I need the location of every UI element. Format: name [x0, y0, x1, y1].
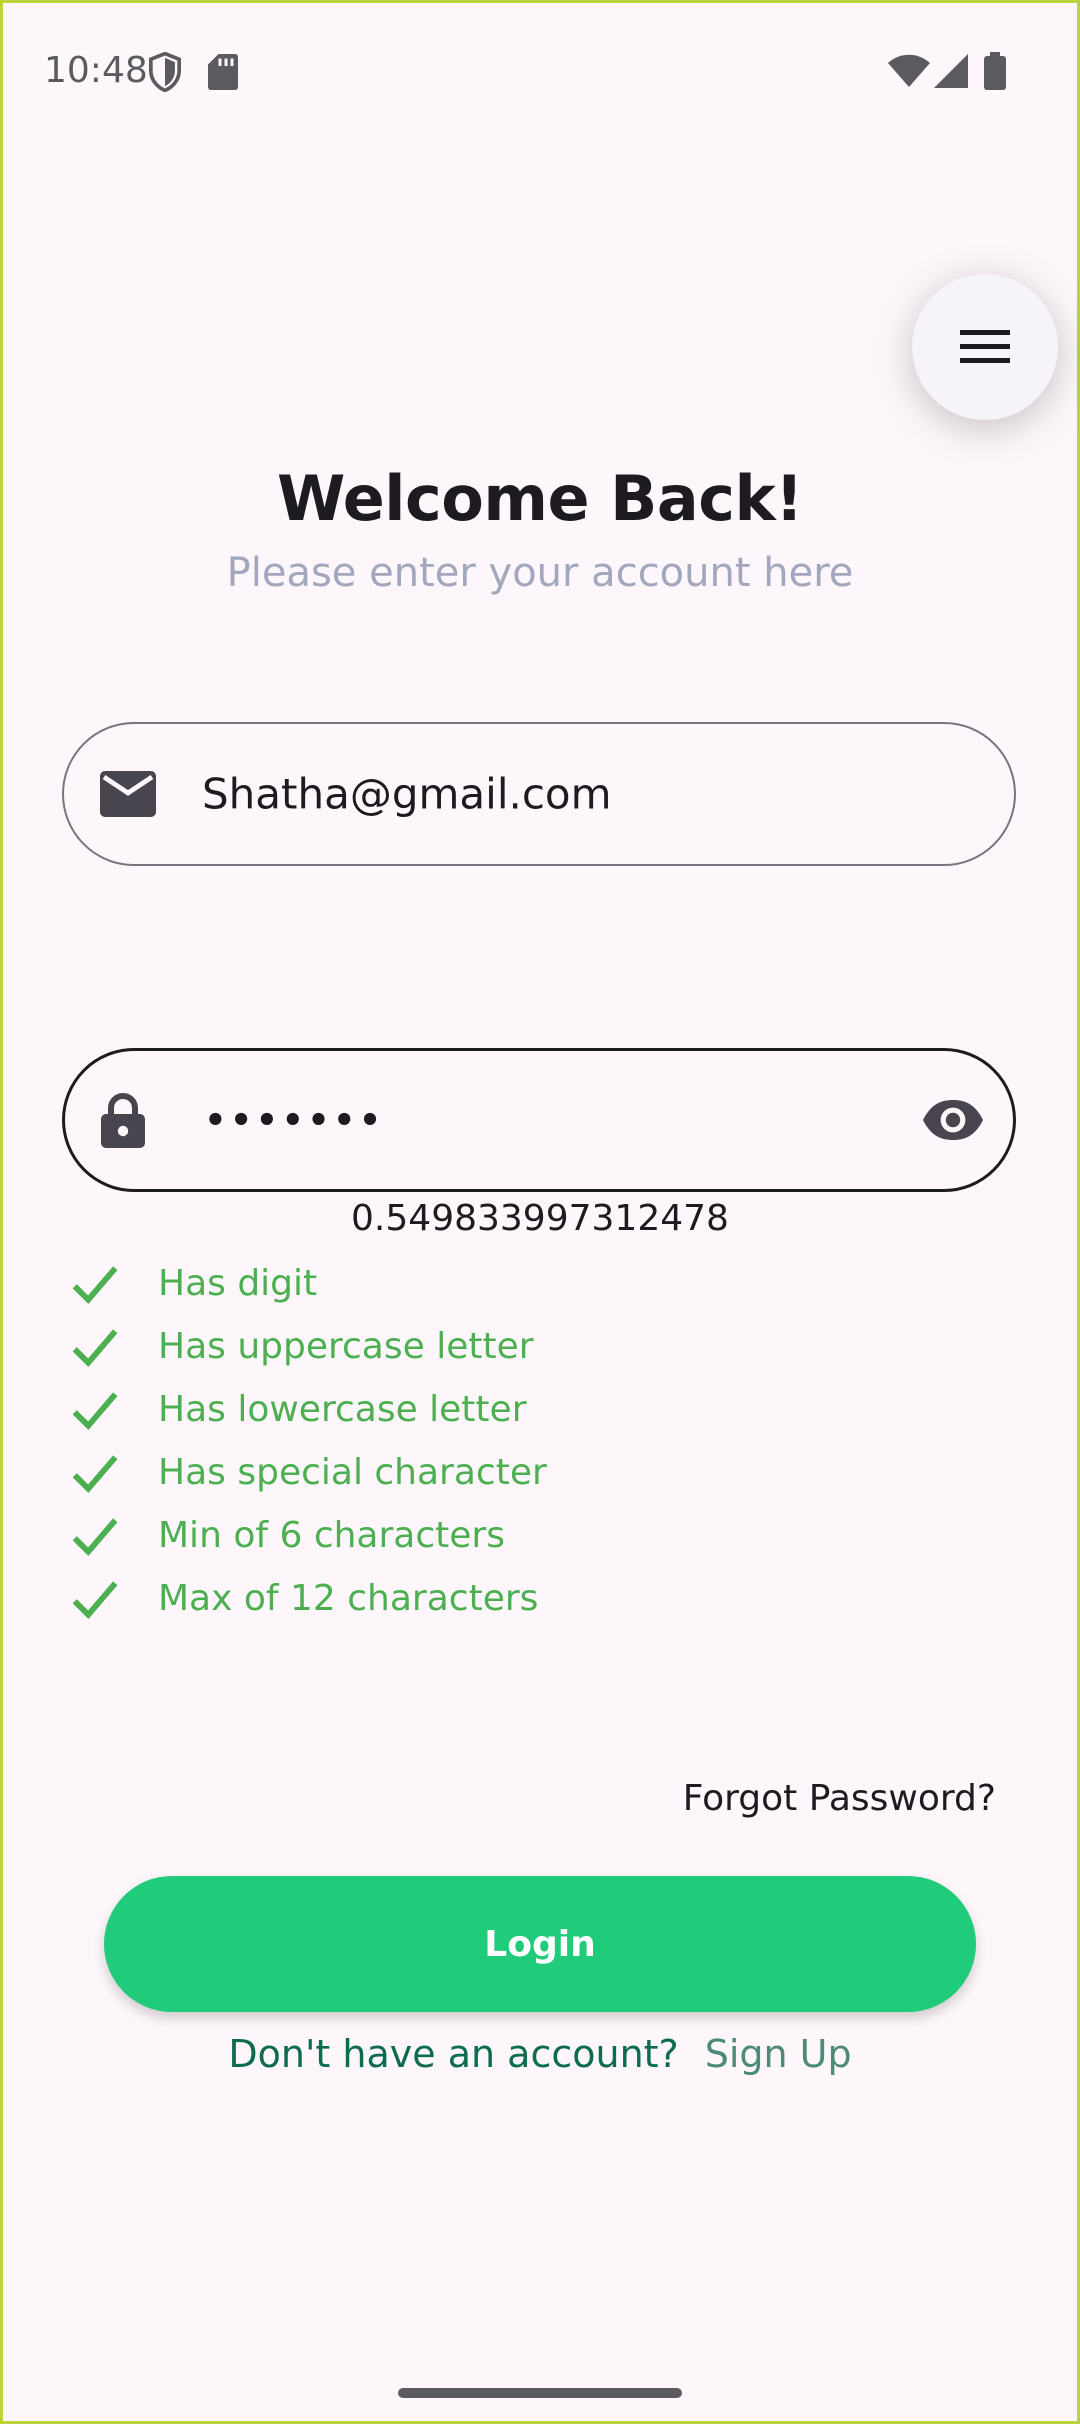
rule-label: Has digit: [158, 1263, 318, 1304]
rule-has-special: Has special character: [68, 1441, 547, 1504]
password-field[interactable]: •••••••: [62, 1048, 1016, 1192]
signal-icon: [934, 54, 968, 88]
rule-has-lowercase: Has lowercase letter: [68, 1378, 547, 1441]
check-icon: [72, 1265, 118, 1304]
check-icon: [72, 1580, 118, 1619]
menu-button[interactable]: [912, 274, 1058, 420]
signup-row: Don't have an account? Sign Up: [0, 2032, 1080, 2076]
rule-max-length: Max of 12 characters: [68, 1567, 547, 1630]
rule-has-digit: Has digit: [68, 1252, 547, 1315]
status-time: 10:48: [44, 50, 148, 91]
email-field[interactable]: Shatha@gmail.com: [62, 722, 1016, 866]
rule-has-uppercase: Has uppercase letter: [68, 1315, 547, 1378]
password-rules-list: Has digit Has uppercase letter Has lower…: [68, 1252, 547, 1630]
home-indicator[interactable]: [398, 2388, 682, 2398]
rule-label: Has lowercase letter: [158, 1389, 527, 1430]
lock-icon: [101, 1093, 145, 1148]
wifi-icon: [888, 54, 930, 87]
mail-icon: [100, 771, 156, 817]
login-button[interactable]: Login: [104, 1876, 976, 2012]
signup-link[interactable]: Sign Up: [705, 2032, 852, 2076]
signup-question: Don't have an account?: [228, 2032, 679, 2076]
random-value-text: 0.549833997312478: [351, 1198, 729, 1239]
shield-icon: [148, 52, 182, 92]
email-value: Shatha@gmail.com: [202, 769, 612, 819]
check-icon: [72, 1391, 118, 1430]
battery-icon: [984, 52, 1006, 90]
sd-card-icon: [208, 54, 238, 90]
forgot-password-link[interactable]: Forgot Password?: [683, 1778, 996, 1819]
rule-min-length: Min of 6 characters: [68, 1504, 547, 1567]
check-icon: [72, 1328, 118, 1367]
page-title: Welcome Back!: [277, 462, 803, 535]
rule-label: Has uppercase letter: [158, 1326, 534, 1367]
rule-label: Min of 6 characters: [158, 1515, 505, 1556]
eye-icon[interactable]: [923, 1100, 983, 1140]
password-value: •••••••: [203, 1095, 384, 1145]
hamburger-menu-icon: [960, 330, 1010, 363]
page-subtitle: Please enter your account here: [226, 550, 854, 596]
check-icon: [72, 1454, 118, 1493]
check-icon: [72, 1517, 118, 1556]
rule-label: Has special character: [158, 1452, 547, 1493]
rule-label: Max of 12 characters: [158, 1578, 539, 1619]
